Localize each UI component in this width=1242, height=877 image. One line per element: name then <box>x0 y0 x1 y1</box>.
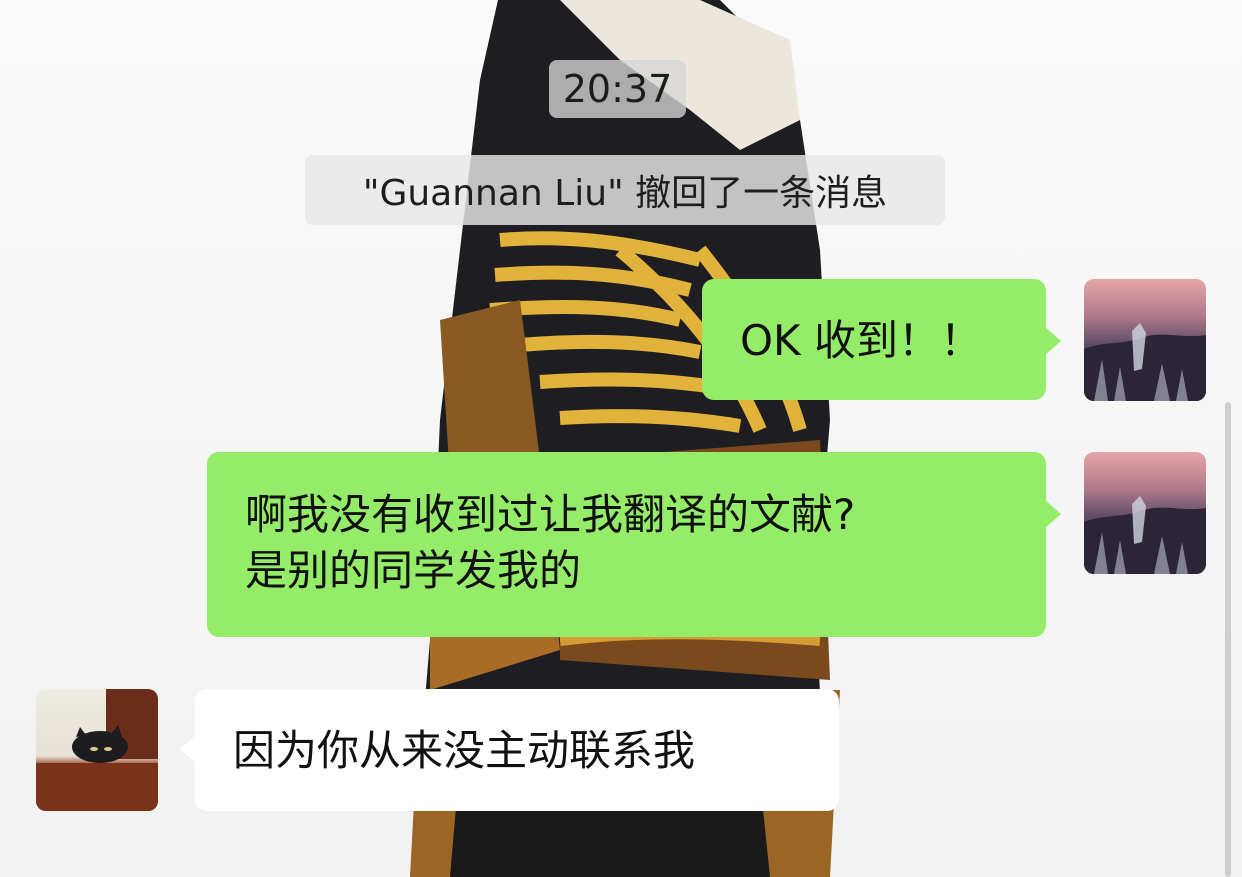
bubble-tail <box>180 735 196 763</box>
contact-avatar[interactable] <box>36 689 158 811</box>
timestamp-text: 20:37 <box>562 67 673 111</box>
received-message-bubble[interactable]: 因为你从来没主动联系我 <box>180 689 839 811</box>
bubble-tail <box>1045 327 1061 355</box>
scrollbar[interactable] <box>1225 402 1231 877</box>
chat-background: 20:37 "Guannan Liu" 撤回了一条消息 OK 收到！！ 啊我没有… <box>0 0 1242 877</box>
message-text: 因为你从来没主动联系我 <box>233 726 696 775</box>
message-timestamp: 20:37 <box>549 60 686 118</box>
message-line: 啊我没有收到过让我翻译的文献? <box>245 490 856 539</box>
my-avatar[interactable] <box>1084 279 1206 401</box>
message-line: 是别的同学发我的 <box>245 546 582 595</box>
recall-notice-text: "Guannan Liu" 撤回了一条消息 <box>362 173 888 214</box>
avatar-sunset-photo-icon <box>1084 323 1206 401</box>
avatar-sunset-photo-icon <box>1084 496 1206 574</box>
my-avatar[interactable] <box>1084 452 1206 574</box>
avatar-cat-photo-icon <box>36 689 158 811</box>
sent-message-bubble[interactable]: OK 收到！！ <box>702 279 1061 400</box>
sent-message-bubble[interactable]: 啊我没有收到过让我翻译的文献? 是别的同学发我的 <box>207 452 1061 637</box>
message-text: OK 收到！！ <box>740 316 982 365</box>
recall-notice: "Guannan Liu" 撤回了一条消息 <box>305 155 945 225</box>
bubble-tail <box>1045 500 1061 528</box>
